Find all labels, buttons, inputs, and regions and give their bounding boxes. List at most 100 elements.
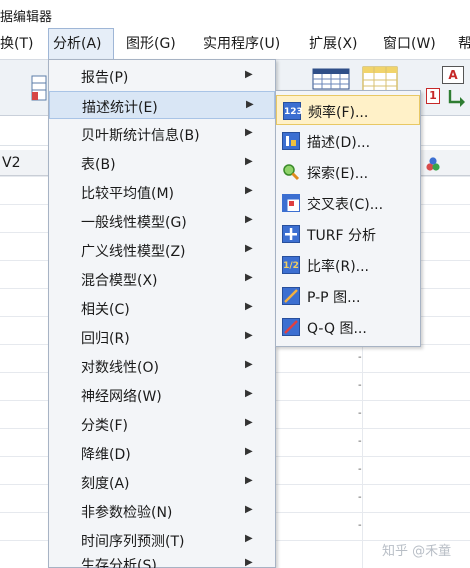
submenu-arrow-icon: ▶: [245, 417, 253, 428]
cell-value[interactable]: -: [358, 464, 362, 475]
menu-item-mixed-models[interactable]: 混合模型(X) ▶: [49, 265, 275, 293]
menu-item-label: 表(B): [81, 157, 116, 173]
cell-value[interactable]: -: [358, 352, 362, 363]
submenu-arrow-icon: ▶: [245, 388, 253, 399]
submenu-arrow-icon: ▶: [245, 557, 253, 568]
submenu-arrow-icon: ▶: [245, 185, 253, 196]
submenu-item-label: TURF 分析: [307, 228, 377, 244]
submenu-arrow-icon: ▶: [245, 301, 253, 312]
submenu-item-turf[interactable]: TURF 分析: [276, 219, 420, 249]
submenu-arrow-icon: ▶: [245, 156, 253, 167]
menu-item-label: 混合模型(X): [81, 273, 158, 289]
cell-value[interactable]: -: [358, 520, 362, 531]
menu-item-label: 非参数检验(N): [81, 505, 173, 521]
menu-item-bayesian[interactable]: 贝叶斯统计信息(B) ▶: [49, 120, 275, 148]
menu-item-label: 报告(P): [81, 70, 129, 86]
submenu-item-label: P-P 图...: [307, 290, 361, 306]
use-sets-icon[interactable]: 1: [426, 88, 440, 104]
submenu-item-pp-plot[interactable]: P-P 图...: [276, 281, 420, 311]
menu-item-survival[interactable]: 生存分析(S) ▶: [49, 550, 275, 568]
submenu-item-label: 描述(D)...: [307, 135, 371, 151]
submenu-item-descriptives[interactable]: 描述(D)...: [276, 126, 420, 156]
qq-plot-icon: [282, 318, 300, 336]
menu-item-classify[interactable]: 分类(F) ▶: [49, 410, 275, 438]
submenu-arrow-icon: ▶: [245, 330, 253, 341]
submenu-item-explore[interactable]: 探索(E)...: [276, 157, 420, 187]
window-title-bar: 据编辑器: [0, 0, 470, 28]
submenu-arrow-icon: ▶: [245, 475, 253, 486]
column-header-v2[interactable]: V2: [0, 150, 48, 176]
menu-item-generalized-linear-model[interactable]: 广义线性模型(Z) ▶: [49, 236, 275, 264]
submenu-arrow-icon: ▶: [245, 533, 253, 544]
menu-item-compare-means[interactable]: 比较平均值(M) ▶: [49, 178, 275, 206]
nominal-variable-icon: [426, 157, 440, 171]
menu-item-dimension-reduction[interactable]: 降维(D) ▶: [49, 439, 275, 467]
submenu-arrow-icon: ▶: [245, 504, 253, 515]
menu-item-label: 神经网络(W): [81, 389, 162, 405]
cell-value[interactable]: -: [358, 408, 362, 419]
ratio-icon: 1/2: [282, 256, 300, 274]
crosstabs-icon: [282, 194, 300, 212]
watermark: 知乎 @禾童: [382, 544, 452, 559]
menu-graphs[interactable]: 图形(G): [126, 28, 176, 60]
explore-icon: [283, 164, 300, 181]
submenu-item-label: 比率(R)...: [307, 259, 370, 275]
submenu-item-crosstabs[interactable]: 交叉表(C)...: [276, 188, 420, 218]
submenu-arrow-icon: ▶: [245, 272, 253, 283]
cell-value[interactable]: -: [358, 492, 362, 503]
data-view-icon[interactable]: [312, 68, 350, 90]
menu-item-descriptive-statistics[interactable]: 描述统计(E) ▶: [49, 91, 275, 119]
menu-utilities[interactable]: 实用程序(U): [203, 28, 280, 60]
menu-item-label: 贝叶斯统计信息(B): [81, 128, 200, 144]
submenu-item-label: 频率(F)...: [308, 105, 369, 121]
menu-bar: 换(T) 分析(A) 图形(G) 实用程序(U) 扩展(X) 窗口(W) 帮: [0, 28, 470, 60]
submenu-item-label: 交叉表(C)...: [307, 197, 384, 213]
menu-item-loglinear[interactable]: 对数线性(O) ▶: [49, 352, 275, 380]
menu-item-label: 刻度(A): [81, 476, 130, 492]
menu-transform[interactable]: 换(T): [0, 28, 33, 60]
descriptive-statistics-submenu: 123 频率(F)... 描述(D)... 探索(E)... 交叉表(C)...…: [275, 90, 421, 347]
menu-item-label: 广义线性模型(Z): [81, 244, 186, 260]
menu-item-neural-networks[interactable]: 神经网络(W) ▶: [49, 381, 275, 409]
split-file-icon[interactable]: [446, 86, 466, 108]
menu-item-label: 相关(C): [81, 302, 130, 318]
value-labels-icon[interactable]: A: [442, 66, 464, 84]
menu-item-label: 描述统计(E): [82, 100, 158, 116]
turf-icon: [282, 225, 300, 243]
submenu-arrow-icon: ▶: [245, 214, 253, 225]
descriptives-icon: [282, 132, 300, 150]
menu-item-correlate[interactable]: 相关(C) ▶: [49, 294, 275, 322]
menu-item-scale[interactable]: 刻度(A) ▶: [49, 468, 275, 496]
submenu-arrow-icon: ▶: [245, 69, 253, 80]
menu-item-label: 比较平均值(M): [81, 186, 175, 202]
submenu-arrow-icon: ▶: [245, 243, 253, 254]
menu-item-label: 生存分析(S): [81, 558, 157, 568]
window-title: 据编辑器: [0, 10, 53, 25]
menu-extensions[interactable]: 扩展(X): [309, 28, 358, 60]
menu-window[interactable]: 窗口(W): [383, 28, 436, 60]
submenu-arrow-icon: ▶: [245, 127, 253, 138]
pp-plot-icon: [282, 287, 300, 305]
menu-item-label: 回归(R): [81, 331, 130, 347]
menu-item-nonparametric-tests[interactable]: 非参数检验(N) ▶: [49, 497, 275, 525]
menu-item-label: 分类(F): [81, 418, 128, 434]
table-tool-icon[interactable]: [30, 74, 48, 102]
submenu-arrow-icon: ▶: [246, 99, 254, 110]
menu-help[interactable]: 帮: [458, 28, 470, 60]
menu-item-label: 时间序列预测(T): [81, 534, 185, 550]
menu-item-regression[interactable]: 回归(R) ▶: [49, 323, 275, 351]
cell-value[interactable]: -: [358, 436, 362, 447]
menu-item-tables[interactable]: 表(B) ▶: [49, 149, 275, 177]
menu-item-label: 对数线性(O): [81, 360, 159, 376]
submenu-item-qq-plot[interactable]: Q-Q 图...: [276, 312, 420, 342]
submenu-item-label: 探索(E)...: [307, 166, 369, 182]
menu-item-general-linear-model[interactable]: 一般线性模型(G) ▶: [49, 207, 275, 235]
cell-value[interactable]: -: [358, 380, 362, 391]
submenu-item-ratio[interactable]: 1/2 比率(R)...: [276, 250, 420, 280]
submenu-item-label: Q-Q 图...: [307, 321, 367, 337]
menu-item-reports[interactable]: 报告(P) ▶: [49, 62, 275, 90]
analyze-menu: 报告(P) ▶ 描述统计(E) ▶ 贝叶斯统计信息(B) ▶ 表(B) ▶ 比较平均值(…: [48, 59, 276, 568]
submenu-item-frequencies[interactable]: 123 频率(F)...: [276, 95, 420, 125]
menu-analyze[interactable]: 分析(A): [48, 28, 114, 60]
menu-item-label: 降维(D): [81, 447, 131, 463]
